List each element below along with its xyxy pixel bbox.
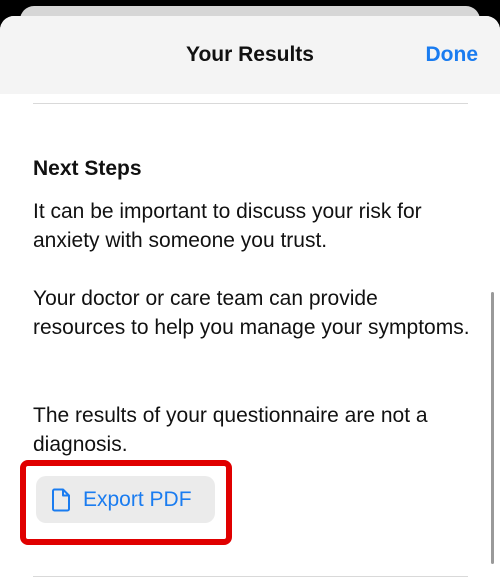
results-sheet: Your Results Done Next Steps It can be i… xyxy=(0,16,500,580)
paragraph-not-diagnosis: The results of your questionnaire are no… xyxy=(33,404,428,456)
navigation-bar: Your Results Done xyxy=(0,16,500,94)
section-heading: Next Steps xyxy=(33,157,142,180)
done-button[interactable]: Done xyxy=(426,43,479,67)
paragraph-discuss-risk: It can be important to discuss your risk… xyxy=(33,200,422,252)
paragraph-care-team: Your doctor or care team can provide res… xyxy=(33,287,470,339)
scrollbar[interactable] xyxy=(491,292,494,564)
bottom-divider xyxy=(33,576,468,577)
highlight-box xyxy=(20,460,232,545)
top-divider xyxy=(33,103,468,104)
